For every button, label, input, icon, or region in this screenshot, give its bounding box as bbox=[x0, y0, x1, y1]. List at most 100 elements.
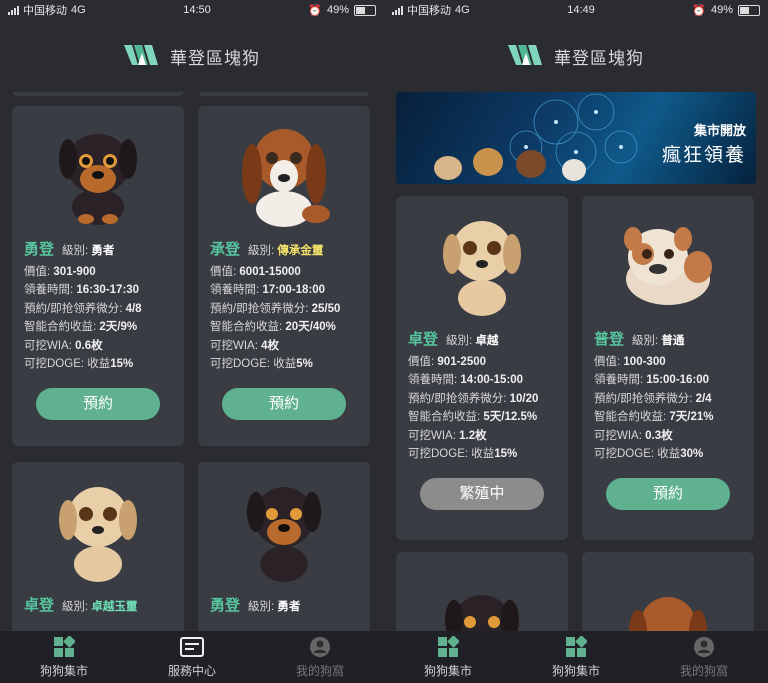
grid-icon bbox=[436, 635, 460, 659]
breeding-button[interactable]: 繁殖中 bbox=[420, 477, 544, 510]
battery-icon bbox=[353, 4, 376, 16]
level-value: 勇者 bbox=[91, 245, 115, 257]
basset-icon bbox=[242, 128, 330, 227]
time-row: 領養時間: 15:00-16:00 bbox=[594, 374, 710, 386]
price-row: 價值: 301-900 bbox=[24, 265, 96, 278]
dog-card[interactable]: 勇登 級別: 勇者 bbox=[198, 462, 370, 631]
dog-image bbox=[582, 196, 754, 331]
lab-icon bbox=[443, 221, 521, 316]
app-title: 華登區塊狗 bbox=[170, 48, 260, 68]
tab-label: 狗狗集市 bbox=[39, 664, 88, 678]
dog-card[interactable]: 卓登 級別: 卓越玉璽 bbox=[12, 462, 184, 631]
dog-name: 勇登 bbox=[210, 597, 241, 614]
basset-icon bbox=[629, 596, 707, 631]
wia-row: 可挖WIA: 0.6枚 bbox=[24, 339, 103, 352]
dog-name: 普登 bbox=[594, 331, 625, 348]
doge-row: 可挖DOGE: 收益15% bbox=[408, 448, 518, 460]
promo-banner[interactable]: 集市開放 瘋狂領養 bbox=[396, 92, 756, 184]
doge-row: 可挖DOGE: 收益5% bbox=[210, 358, 313, 370]
status-bar: 中国移动 4G 14:50 ⏰ 49% bbox=[0, 0, 384, 20]
tab-my-kennel[interactable]: 我的狗窩 bbox=[270, 635, 370, 679]
tab-bar: 狗狗集市 狗狗集市 我的狗窩 bbox=[384, 631, 768, 683]
dog-card[interactable] bbox=[582, 552, 754, 631]
banner-line1: 集市開放 bbox=[693, 123, 746, 138]
carrier: 中国移动 bbox=[407, 5, 451, 17]
price-row: 價值: 100-300 bbox=[594, 355, 666, 368]
logo-icon bbox=[508, 45, 542, 65]
dog-image bbox=[12, 106, 184, 241]
reserve-row: 預約/即抢领养微分: 25/50 bbox=[210, 302, 341, 315]
dog-card[interactable]: 普登 級別: 普通 價值: 100-300 領養時間: 15:00-16:00 … bbox=[582, 196, 754, 540]
signal-icon bbox=[8, 5, 19, 15]
dog-image bbox=[396, 196, 568, 331]
dog-image bbox=[198, 462, 370, 597]
dog-card[interactable]: 承登 級別: 傳承金璽 價值: 6001-15000 領養時間: 17:00-1… bbox=[198, 106, 370, 446]
clock: 14:50 bbox=[183, 4, 211, 16]
network: 4G bbox=[71, 4, 86, 16]
app-header: 華登區塊狗 bbox=[0, 20, 384, 92]
level: 級別: 卓越 bbox=[446, 335, 499, 347]
reserve-button[interactable]: 預約 bbox=[36, 387, 160, 420]
tab-market-2[interactable]: 狗狗集市 bbox=[526, 635, 626, 679]
dog-card[interactable] bbox=[396, 552, 568, 631]
doge-row: 可挖DOGE: 收益15% bbox=[24, 358, 134, 370]
tab-label: 狗狗集市 bbox=[423, 664, 472, 678]
reserve-button[interactable]: 預約 bbox=[606, 477, 730, 510]
level-value: 普通 bbox=[661, 335, 685, 347]
dog-list: 勇登 級別: 勇者 價值: 301-900 領養時間: 16:30-17:30 … bbox=[0, 92, 384, 631]
carrier: 中国移动 bbox=[23, 5, 67, 17]
wia-row: 可挖WIA: 1.2枚 bbox=[408, 429, 487, 442]
reserve-button[interactable]: 預約 bbox=[222, 387, 346, 420]
alarm-icon: ⏰ bbox=[308, 4, 322, 17]
level-value: 卓越玉璽 bbox=[91, 601, 138, 613]
rottweiler-icon bbox=[59, 133, 137, 225]
tab-market[interactable]: 狗狗集市 bbox=[14, 635, 114, 679]
phone-screen-left: 中国移动 4G 14:50 ⏰ 49% 華登區塊狗 勇登 級別: 勇者 價值: … bbox=[0, 0, 384, 683]
dog-image bbox=[198, 106, 370, 241]
battery-percent: 49% bbox=[326, 4, 349, 16]
dog-card[interactable]: 卓登 級別: 卓越 價值: 901-2500 領養時間: 14:00-15:00… bbox=[396, 196, 568, 540]
alarm-icon: ⏰ bbox=[692, 4, 706, 17]
bulldog-icon bbox=[624, 226, 712, 305]
contract-row: 智能合約收益: 20天/40% bbox=[210, 321, 336, 333]
signal-group: 中国移动 4G bbox=[8, 2, 86, 18]
battery-percent: 49% bbox=[710, 4, 733, 16]
contract-row: 智能合約收益: 2天/9% bbox=[24, 321, 138, 333]
time-row: 領養時間: 17:00-18:00 bbox=[210, 284, 326, 296]
level: 級別: 普通 bbox=[632, 335, 685, 347]
dog-name: 承登 bbox=[210, 241, 241, 258]
signal-icon bbox=[392, 5, 403, 15]
wia-row: 可挖WIA: 4枚 bbox=[210, 339, 280, 352]
battery-icon bbox=[737, 4, 760, 16]
rottweiler-icon bbox=[247, 487, 321, 582]
dog-image bbox=[12, 462, 184, 597]
price-row: 價值: 6001-15000 bbox=[210, 265, 301, 278]
banner-line2: 瘋狂領養 bbox=[661, 145, 746, 166]
card-icon bbox=[180, 635, 204, 659]
dog-image bbox=[582, 552, 754, 631]
level-value: 傳承金璽 bbox=[277, 245, 324, 257]
tab-service[interactable]: 服務中心 bbox=[142, 635, 242, 679]
tab-my-kennel[interactable]: 我的狗窩 bbox=[654, 635, 754, 679]
network: 4G bbox=[455, 4, 470, 16]
reserve-row: 預約/即抢领养微分: 10/20 bbox=[408, 392, 539, 405]
tab-label: 我的狗窩 bbox=[295, 664, 344, 678]
level: 級別: 勇者 bbox=[248, 601, 301, 613]
puppies-icon bbox=[434, 148, 586, 181]
contract-row: 智能合約收益: 7天/21% bbox=[594, 411, 714, 423]
dog-image bbox=[396, 552, 568, 631]
reserve-row: 預約/即抢领养微分: 4/8 bbox=[24, 302, 142, 315]
signal-group: 中国移动 4G bbox=[392, 2, 470, 18]
tab-label: 我的狗窩 bbox=[679, 664, 728, 678]
time-row: 領養時間: 16:30-17:30 bbox=[24, 284, 140, 296]
clock: 14:49 bbox=[567, 4, 595, 16]
rottweiler-icon bbox=[445, 594, 519, 631]
doge-row: 可挖DOGE: 收益30% bbox=[594, 448, 704, 460]
tab-market[interactable]: 狗狗集市 bbox=[398, 635, 498, 679]
tab-bar: 狗狗集市 服務中心 我的狗窩 bbox=[0, 631, 384, 683]
logo-icon bbox=[124, 45, 158, 65]
tab-label: 服務中心 bbox=[167, 664, 216, 678]
grid-icon bbox=[564, 635, 588, 659]
level: 級別: 卓越玉璽 bbox=[62, 601, 138, 613]
dog-card[interactable]: 勇登 級別: 勇者 價值: 301-900 領養時間: 16:30-17:30 … bbox=[12, 106, 184, 446]
